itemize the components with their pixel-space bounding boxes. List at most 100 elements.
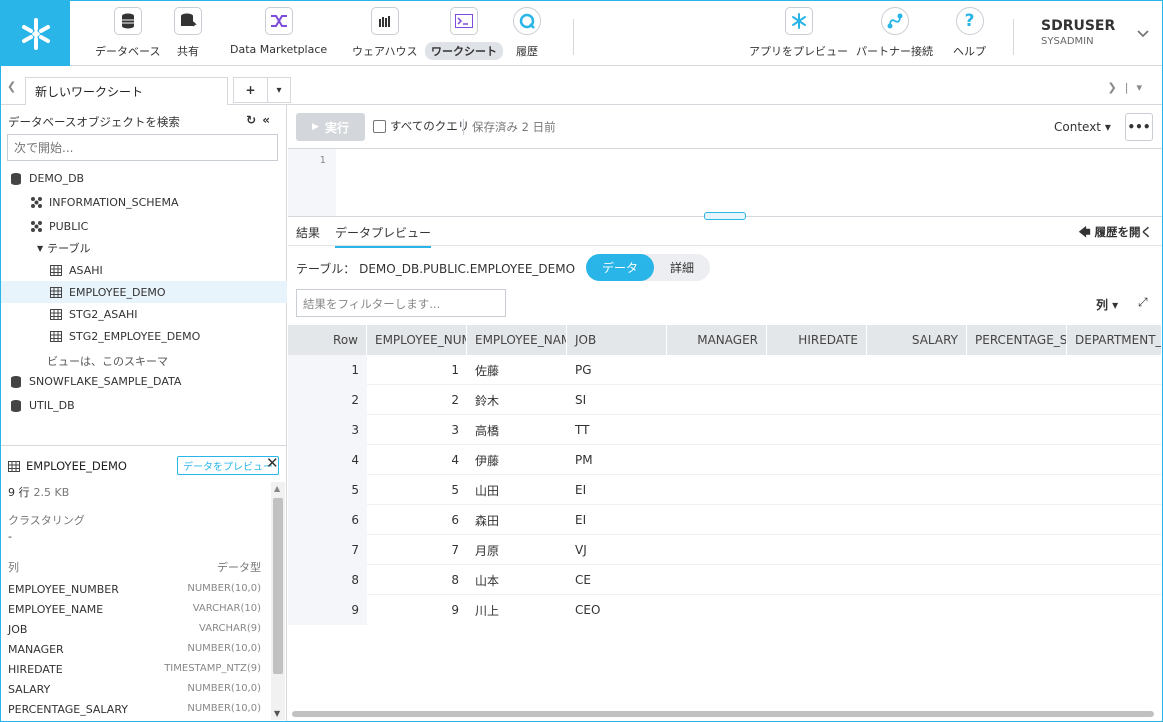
tab-results[interactable]: 結果 bbox=[296, 224, 320, 246]
query-toolbar: ▶ 実行 すべてのクエリ 保存済み 2 日前 Context ▾ ••• bbox=[288, 105, 1162, 149]
result-tabs: 結果 データプレビュー 🡄 履歴を開く bbox=[288, 218, 1162, 248]
line-number-gutter: 1 bbox=[288, 149, 336, 216]
object-browser-title: データベースオブジェクトを検索 bbox=[8, 115, 180, 129]
tab-scroll-right-icon[interactable]: ❯|▾ bbox=[1108, 81, 1150, 94]
cell-employee-name: 山田 bbox=[475, 483, 500, 498]
user-menu[interactable]: SDRUSER SYSADMIN bbox=[1041, 18, 1115, 47]
refresh-icon[interactable]: ↻ bbox=[246, 113, 262, 127]
shared-database-icon bbox=[9, 374, 23, 388]
tree-item-stg2-employee-demo[interactable]: STG2_EMPLOYEE_DEMO bbox=[1, 325, 287, 347]
column-header[interactable]: HIREDATE bbox=[767, 325, 867, 355]
collapse-panel-icon[interactable]: « bbox=[262, 113, 276, 127]
line-number: 1 bbox=[319, 155, 326, 166]
open-history-button[interactable]: 🡄 履歴を開く bbox=[1079, 224, 1152, 244]
nav-history[interactable]: 履歴 bbox=[510, 7, 544, 63]
nav-databases[interactable]: データベース bbox=[89, 7, 166, 63]
close-icon[interactable]: ✕ bbox=[266, 454, 279, 472]
object-browser-tools: ↻« bbox=[246, 113, 276, 127]
column-header[interactable]: Row bbox=[288, 325, 367, 355]
tree-item-tables-folder[interactable]: ▼ テーブル bbox=[1, 237, 287, 259]
preview-table-info: テーブル： DEMO_DB.PUBLIC.EMPLOYEE_DEMO bbox=[296, 260, 575, 277]
clustering-value: - bbox=[8, 530, 12, 543]
checkbox-box[interactable] bbox=[373, 119, 386, 133]
nav-partner-connect[interactable]: パートナー接続 bbox=[850, 7, 939, 63]
table-row[interactable]: 6 6 森田 EI bbox=[288, 505, 1162, 535]
table-row[interactable]: 7 7 月原 VJ bbox=[288, 535, 1162, 565]
tree-item-stg2-asahi[interactable]: STG2_ASAHI bbox=[1, 303, 287, 325]
nav-warehouses[interactable]: ウェアハウス bbox=[346, 7, 424, 63]
add-tab-button[interactable]: + bbox=[234, 78, 268, 102]
table-row[interactable]: 3 3 高橋 TT bbox=[288, 415, 1162, 445]
sql-editor[interactable]: 1 bbox=[288, 149, 1162, 220]
tree-views-note: ビューは、このスキーマ bbox=[1, 350, 287, 372]
tree-item-util-db[interactable]: UTIL_DB bbox=[1, 394, 287, 416]
column-header[interactable]: JOB bbox=[567, 325, 667, 355]
run-button[interactable]: ▶ 実行 bbox=[296, 113, 365, 141]
tree-item-information-schema[interactable]: INFORMATION_SCHEMA bbox=[1, 191, 287, 213]
tab-data-preview[interactable]: データプレビュー bbox=[335, 224, 432, 248]
chevron-left-icon[interactable]: ❮ bbox=[7, 80, 16, 93]
top-nav: データベース 共有 Data Marketplace ウェアハウス ワークシート bbox=[1, 1, 1162, 66]
column-header[interactable]: MANAGER bbox=[667, 325, 767, 355]
context-dropdown[interactable]: Context ▾ bbox=[1054, 120, 1111, 134]
column-header[interactable]: EMPLOYEE_NAME bbox=[467, 325, 567, 355]
toggle-detail[interactable]: 詳細 bbox=[654, 254, 710, 281]
column-type: NUMBER(10,0) bbox=[187, 683, 261, 694]
tree-item-demo-db[interactable]: DEMO_DB bbox=[1, 167, 287, 189]
tree-item-label: DEMO_DB bbox=[29, 171, 85, 185]
schema-icon bbox=[29, 195, 43, 209]
cell-employee-name: 高橋 bbox=[475, 423, 500, 438]
column-header[interactable]: DEPARTMENT_ bbox=[1067, 325, 1162, 355]
nav-marketplace[interactable]: Data Marketplace bbox=[224, 7, 333, 63]
cell-job: CEO bbox=[575, 603, 601, 617]
tree-item-asahi[interactable]: ASAHI bbox=[1, 259, 287, 281]
tab-dropdown-button[interactable]: ▾ bbox=[268, 78, 290, 102]
toggle-data[interactable]: データ bbox=[586, 254, 655, 281]
detail-scrollbar[interactable]: ▲ ▼ bbox=[271, 482, 285, 720]
tab-worksheet[interactable]: 新しいワークシート bbox=[25, 77, 228, 106]
table-row[interactable]: 5 5 山田 EI bbox=[288, 475, 1162, 505]
nav-partner-connect-label: パートナー接続 bbox=[856, 45, 933, 58]
columns-dropdown[interactable]: 列 ▾ bbox=[1096, 296, 1118, 313]
tree-item-employee-demo[interactable]: EMPLOYEE_DEMO bbox=[1, 281, 287, 303]
row-number: 3 bbox=[288, 415, 367, 445]
table-row[interactable]: 9 9 川上 CEO bbox=[288, 595, 1162, 625]
chevron-down-icon[interactable] bbox=[1137, 27, 1149, 41]
nav-shares[interactable]: 共有 bbox=[171, 7, 205, 63]
cell-job: PM bbox=[575, 453, 593, 467]
warehouse-icon bbox=[370, 7, 399, 35]
expand-icon[interactable]: ⤢ bbox=[1138, 295, 1148, 310]
nav-preview-app[interactable]: アプリをプレビュー bbox=[743, 7, 854, 63]
table-row[interactable]: 4 4 伊藤 PM bbox=[288, 445, 1162, 475]
tree-item-public[interactable]: PUBLIC bbox=[1, 215, 287, 237]
scrollbar-thumb[interactable] bbox=[273, 498, 283, 674]
scroll-up-icon[interactable]: ▲ bbox=[274, 484, 280, 493]
column-header-label: 列 bbox=[8, 561, 19, 574]
horizontal-scrollbar[interactable] bbox=[292, 711, 1154, 717]
detail-column-row: HIREDATE TIMESTAMP_NTZ(9) bbox=[8, 663, 261, 676]
nav-help[interactable]: ? ヘルプ bbox=[947, 7, 992, 63]
snowflake-logo[interactable] bbox=[1, 1, 70, 66]
table-row[interactable]: 1 1 佐藤 PG bbox=[288, 355, 1162, 385]
result-filter-input[interactable]: 結果をフィルターします... bbox=[296, 289, 506, 317]
nav-worksheets[interactable]: ワークシート bbox=[425, 7, 503, 63]
user-role: SYSADMIN bbox=[1041, 36, 1094, 47]
scroll-down-icon[interactable]: ▼ bbox=[274, 709, 280, 718]
more-options-button[interactable]: ••• bbox=[1125, 113, 1153, 141]
all-queries-checkbox[interactable]: すべてのクエリ bbox=[373, 118, 469, 134]
table-row[interactable]: 2 2 鈴木 SI bbox=[288, 385, 1162, 415]
nav-divider-2 bbox=[1013, 19, 1014, 55]
cell-employee-number: 4 bbox=[451, 453, 459, 467]
table-row[interactable]: 8 8 山本 CE bbox=[288, 565, 1162, 595]
preview-data-button[interactable]: データをプレビュー bbox=[177, 456, 279, 475]
column-header[interactable]: EMPLOYEE_NUMBER bbox=[367, 325, 467, 355]
column-header[interactable]: SALARY bbox=[867, 325, 967, 355]
cell-employee-name: 森田 bbox=[475, 513, 500, 528]
nav-help-label: ヘルプ bbox=[953, 45, 986, 58]
object-search-input[interactable] bbox=[7, 134, 278, 161]
column-header[interactable]: PERCENTAGE_SALARY bbox=[967, 325, 1067, 355]
tree-item-label: INFORMATION_SCHEMA bbox=[49, 195, 179, 209]
run-button-label: 実行 bbox=[324, 120, 349, 135]
detail-column-row: MANAGER NUMBER(10,0) bbox=[8, 643, 261, 656]
tree-item-snowflake-sample-data[interactable]: SNOWFLAKE_SAMPLE_DATA bbox=[1, 370, 287, 392]
